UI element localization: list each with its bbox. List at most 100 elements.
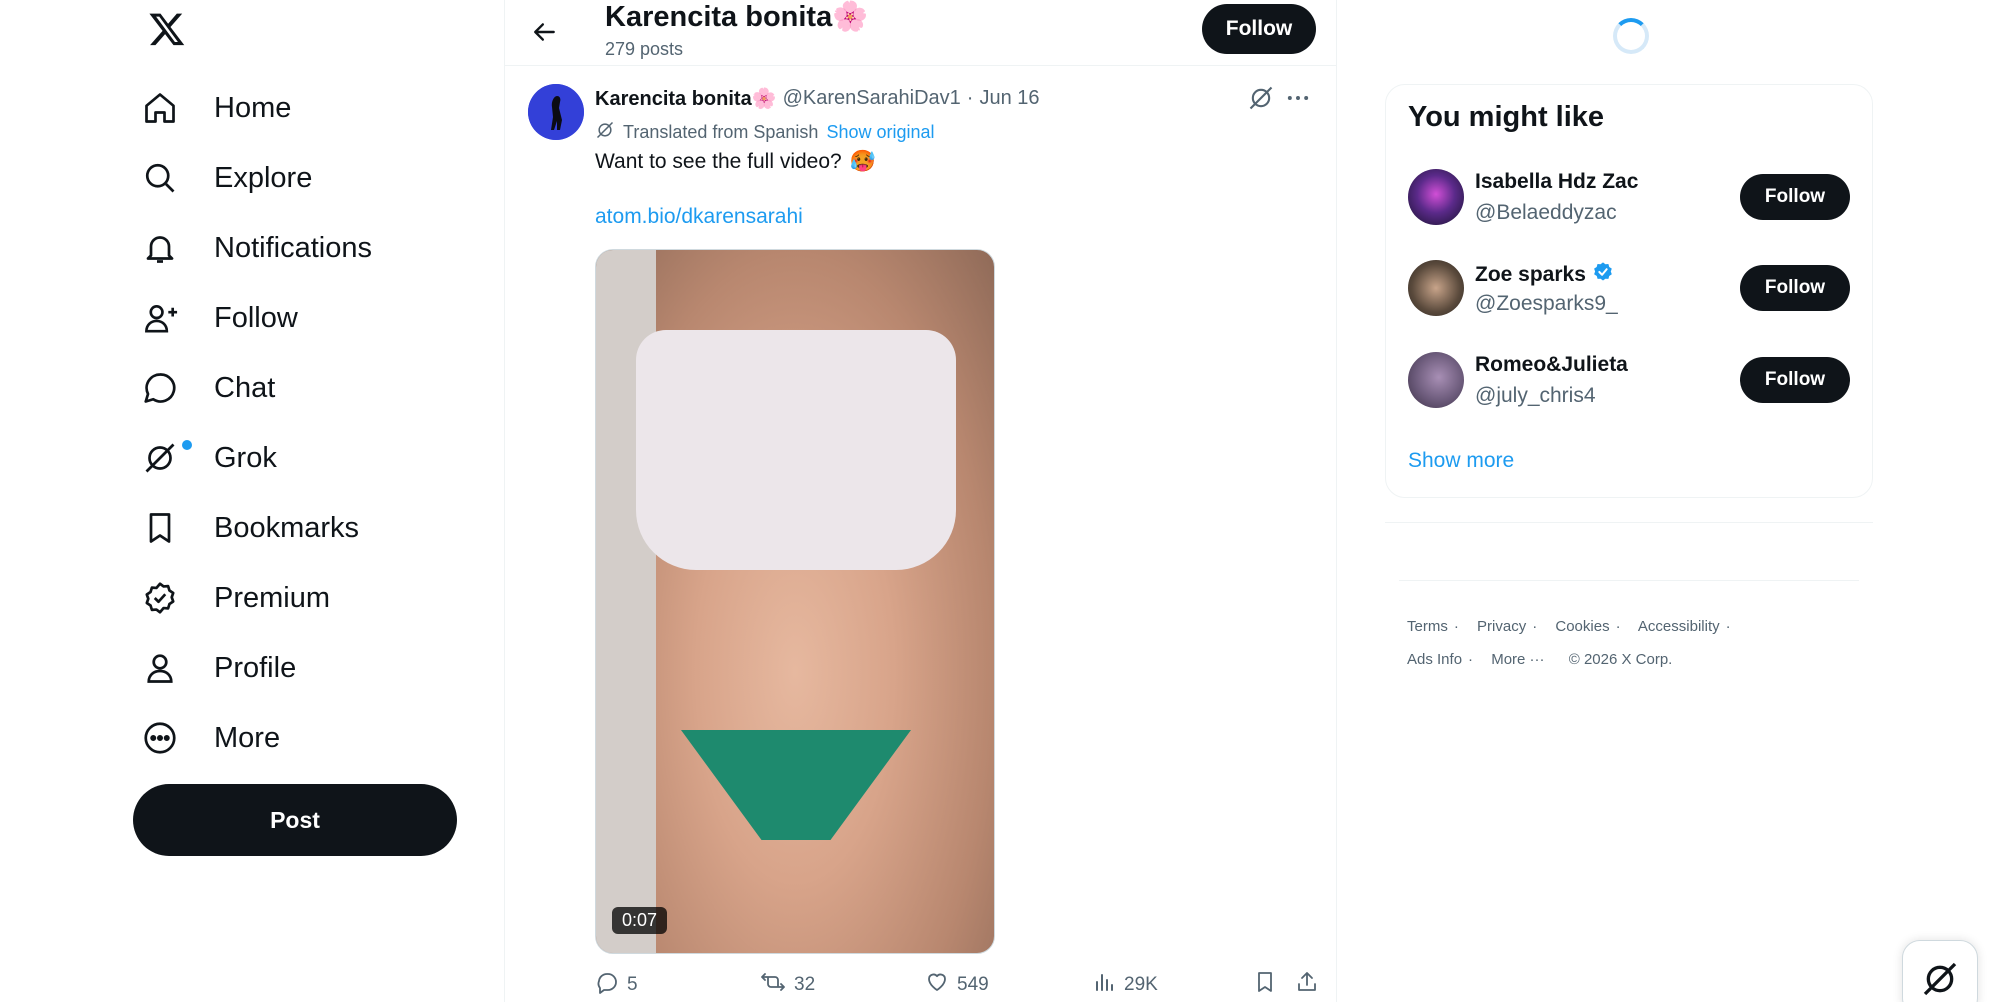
grok-icon: [1920, 959, 1960, 1002]
suggestion-name[interactable]: Isabella Hdz Zac: [1475, 170, 1638, 194]
hot-face-emoji: 🥵: [849, 150, 876, 173]
nav-item-home[interactable]: Home: [142, 80, 291, 136]
back-arrow-icon[interactable]: [523, 10, 567, 54]
footer-links: Terms · Privacy · Cookies · Accessibility · …: [1407, 618, 1731, 668]
more-options-icon[interactable]: [1284, 84, 1312, 117]
nav-label: Notifications: [214, 231, 372, 264]
share-button[interactable]: [1295, 970, 1319, 1000]
post-button[interactable]: Post: [133, 784, 457, 856]
nav-item-premium[interactable]: Premium: [142, 570, 330, 626]
nav-item-more[interactable]: More: [142, 710, 280, 766]
separator-dot: ·: [966, 87, 974, 109]
nav-item-explore[interactable]: Explore: [142, 150, 312, 206]
tweet-actions: 5 32 549 29K: [595, 970, 1316, 1000]
tweet-date[interactable]: Jun 16: [979, 87, 1039, 110]
footer-link-privacy[interactable]: Privacy: [1477, 618, 1526, 635]
x-logo-icon[interactable]: [148, 10, 188, 50]
repost-button[interactable]: 32: [760, 970, 815, 1000]
bookmark-button[interactable]: [1253, 970, 1277, 1000]
author-avatar[interactable]: [528, 84, 584, 140]
image-content: [636, 330, 956, 570]
grok-icon: [142, 438, 196, 478]
author-name[interactable]: Karencita bonita🌸: [595, 86, 777, 111]
footer-link-terms[interactable]: Terms: [1407, 618, 1448, 635]
follow-button[interactable]: Follow: [1202, 4, 1316, 54]
avatar[interactable]: [1408, 260, 1464, 316]
card-title: You might like: [1408, 101, 1605, 133]
tweet-text-body: Want to see the full video?: [595, 150, 842, 173]
repost-count: 32: [794, 974, 816, 995]
loading-spinner-icon: [1613, 18, 1649, 54]
image-content: [681, 730, 911, 840]
divider: [1385, 522, 1873, 523]
flower-emoji: 🌸: [832, 1, 869, 33]
notification-dot: [182, 440, 192, 450]
tweet-text: Want to see the full video? 🥵: [595, 150, 876, 174]
avatar[interactable]: [1408, 352, 1464, 408]
nav-item-profile[interactable]: Profile: [142, 640, 296, 696]
divider: [1399, 580, 1859, 581]
nav-label: Home: [214, 91, 292, 124]
suggestion-name[interactable]: Zoe sparks: [1475, 261, 1614, 289]
author-handle[interactable]: @KarenSarahiDav1: [783, 87, 961, 110]
reply-button[interactable]: 5: [595, 970, 638, 1000]
profile-name-text: Karencita bonita: [605, 1, 833, 33]
translated-label: Translated from Spanish: [623, 122, 819, 142]
heart-icon: [925, 970, 949, 1000]
nav-item-grok[interactable]: Grok: [142, 430, 277, 486]
footer-link-accessibility[interactable]: Accessibility: [1638, 618, 1720, 635]
verified-badge-icon: [142, 578, 196, 618]
follow-button[interactable]: Follow: [1740, 174, 1850, 220]
suggestion-name[interactable]: Romeo&Julieta: [1475, 353, 1628, 377]
grok-floating-button[interactable]: [1902, 940, 1978, 1002]
nav-item-follow[interactable]: Follow: [142, 290, 298, 346]
reply-icon: [595, 970, 619, 1000]
translate-icon: [595, 120, 615, 145]
nav-label: Premium: [214, 581, 331, 614]
nav-label: Explore: [214, 161, 313, 194]
chat-bubble-icon: [142, 368, 196, 408]
suggestion-item[interactable]: Zoe sparks @Zoesparks9_ Follow: [1408, 260, 1853, 320]
nav-item-chat[interactable]: Chat: [142, 360, 275, 416]
reply-count: 5: [627, 974, 638, 995]
views-count: 29K: [1124, 974, 1158, 995]
suggestion-handle[interactable]: @july_chris4: [1475, 384, 1596, 408]
suggestion-handle[interactable]: @Zoesparks9_: [1475, 292, 1618, 316]
copyright: © 2026 X Corp.: [1568, 651, 1673, 668]
right-sidebar: You might like Isabella Hdz Zac @Belaedd…: [1337, 0, 1999, 1002]
nav-item-notifications[interactable]: Notifications: [142, 220, 372, 276]
search-icon: [142, 158, 196, 198]
bookmark-icon: [1253, 970, 1277, 1000]
bookmark-icon: [142, 508, 196, 548]
avatar[interactable]: [1408, 169, 1464, 225]
video-duration: 0:07: [612, 907, 668, 934]
bell-icon: [142, 228, 196, 268]
footer-link-cookies[interactable]: Cookies: [1555, 618, 1609, 635]
follow-button[interactable]: Follow: [1740, 265, 1850, 311]
post-count: 279 posts: [605, 39, 684, 59]
who-to-follow-card: You might like Isabella Hdz Zac @Belaedd…: [1385, 84, 1873, 498]
nav-label: Grok: [214, 441, 277, 474]
grok-icon[interactable]: [1247, 84, 1275, 117]
home-icon: [142, 88, 196, 128]
video-thumbnail[interactable]: 0:07: [595, 249, 995, 954]
profile-name: Karencita bonita🌸: [605, 0, 868, 34]
like-button[interactable]: 549: [925, 970, 989, 1000]
views-button[interactable]: 29K: [1092, 970, 1158, 1000]
translation-notice: Translated from Spanish Show original: [595, 120, 935, 145]
nav-item-bookmarks[interactable]: Bookmarks: [142, 500, 359, 556]
suggestion-item[interactable]: Isabella Hdz Zac @Belaeddyzac Follow: [1408, 169, 1853, 229]
show-original-link[interactable]: Show original: [826, 122, 934, 143]
follow-button[interactable]: Follow: [1740, 357, 1850, 403]
tweet-header: Karencita bonita🌸 @KarenSarahiDav1 · Jun…: [595, 86, 1040, 111]
footer-link-more[interactable]: More ···: [1491, 651, 1544, 668]
tweet-link[interactable]: atom.bio/dkarensarahi: [595, 205, 803, 229]
suggestion-handle[interactable]: @Belaeddyzac: [1475, 201, 1617, 225]
nav-label: Chat: [214, 371, 276, 404]
footer-link-ads-info[interactable]: Ads Info: [1407, 651, 1462, 668]
suggestion-item[interactable]: Romeo&Julieta @july_chris4 Follow: [1408, 352, 1853, 412]
repost-icon: [760, 970, 786, 1000]
person-add-icon: [142, 298, 196, 338]
show-more-link[interactable]: Show more: [1408, 449, 1514, 473]
views-chart-icon: [1092, 970, 1116, 1000]
